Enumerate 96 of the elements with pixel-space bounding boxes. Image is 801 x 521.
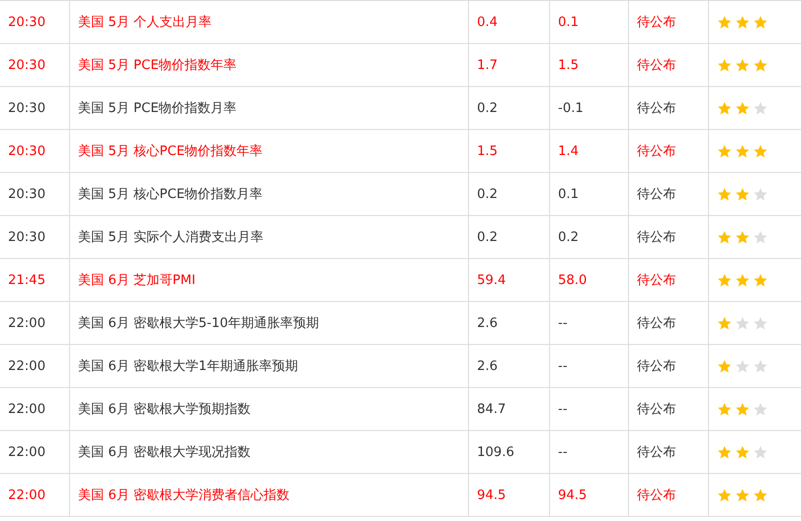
star-icon [735, 488, 750, 502]
actual-cell: 待公布 [629, 1, 709, 43]
star-icon [753, 58, 768, 72]
star-icon [735, 272, 750, 288]
previous-cell: 2.6 [469, 302, 550, 344]
star-icon [753, 144, 768, 158]
previous-cell: 1.5 [469, 130, 550, 172]
time-cell: 22:00 [0, 474, 70, 516]
event-cell: 美国 6月 密歇根大学现况指数 [70, 431, 469, 473]
previous-cell: 84.7 [469, 388, 550, 430]
star-icon [753, 358, 768, 374]
actual-cell: 待公布 [629, 474, 709, 516]
event-cell: 美国 5月 PCE物价指数年率 [70, 44, 469, 86]
star-icon [735, 358, 750, 374]
time-cell: 22:00 [0, 388, 70, 430]
forecast-cell: -- [550, 345, 629, 387]
event-cell: 美国 6月 密歇根大学5-10年期通胀率预期 [70, 302, 469, 344]
event-cell: 美国 6月 芝加哥PMI [70, 259, 469, 301]
actual-cell: 待公布 [629, 302, 709, 344]
star-icon [717, 186, 732, 202]
time-cell: 22:00 [0, 302, 70, 344]
star-icon [753, 100, 768, 116]
star-icon [735, 58, 750, 72]
star-icon [735, 316, 750, 330]
time-cell: 22:00 [0, 345, 70, 387]
previous-cell: 0.4 [469, 1, 550, 43]
star-icon [717, 488, 732, 502]
forecast-cell: 0.1 [550, 173, 629, 215]
previous-cell: 59.4 [469, 259, 550, 301]
time-cell: 21:45 [0, 259, 70, 301]
star-icon [717, 358, 732, 374]
star-icon [735, 230, 750, 244]
time-cell: 20:30 [0, 44, 70, 86]
time-cell: 22:00 [0, 431, 70, 473]
star-icon [717, 100, 732, 116]
actual-cell: 待公布 [629, 388, 709, 430]
previous-cell: 109.6 [469, 431, 550, 473]
star-icon [753, 272, 768, 288]
forecast-cell: -- [550, 431, 629, 473]
time-cell: 20:30 [0, 1, 70, 43]
event-cell: 美国 6月 密歇根大学1年期通胀率预期 [70, 345, 469, 387]
star-icon [735, 402, 750, 416]
star-icon [753, 186, 768, 202]
event-cell: 美国 6月 密歇根大学预期指数 [70, 388, 469, 430]
event-cell: 美国 5月 核心PCE物价指数月率 [70, 173, 469, 215]
previous-cell: 0.2 [469, 87, 550, 129]
time-cell: 20:30 [0, 173, 70, 215]
actual-cell: 待公布 [629, 216, 709, 258]
star-icon [735, 144, 750, 158]
star-icon [735, 100, 750, 116]
forecast-cell: -0.1 [550, 87, 629, 129]
star-icon [753, 402, 768, 416]
event-cell: 美国 5月 实际个人消费支出月率 [70, 216, 469, 258]
star-icon [717, 58, 732, 72]
star-icon [753, 488, 768, 502]
forecast-cell: 0.1 [550, 1, 629, 43]
actual-cell: 待公布 [629, 259, 709, 301]
star-icon [717, 14, 732, 30]
event-cell: 美国 5月 PCE物价指数月率 [70, 87, 469, 129]
time-cell: 20:30 [0, 87, 70, 129]
forecast-cell: -- [550, 302, 629, 344]
star-icon [717, 144, 732, 158]
star-icon [753, 14, 768, 30]
forecast-cell: 1.5 [550, 44, 629, 86]
star-icon [735, 14, 750, 30]
event-cell: 美国 5月 核心PCE物价指数年率 [70, 130, 469, 172]
star-icon [717, 402, 732, 416]
actual-cell: 待公布 [629, 87, 709, 129]
star-icon [717, 230, 732, 244]
forecast-cell: 0.2 [550, 216, 629, 258]
star-icon [753, 316, 768, 330]
forecast-cell: 1.4 [550, 130, 629, 172]
star-icon [735, 444, 750, 460]
actual-cell: 待公布 [629, 345, 709, 387]
previous-cell: 0.2 [469, 173, 550, 215]
actual-cell: 待公布 [629, 44, 709, 86]
actual-cell: 待公布 [629, 130, 709, 172]
event-cell: 美国 5月 个人支出月率 [70, 1, 469, 43]
actual-cell: 待公布 [629, 431, 709, 473]
forecast-cell: 58.0 [550, 259, 629, 301]
forecast-cell: -- [550, 388, 629, 430]
event-cell: 美国 6月 密歇根大学消费者信心指数 [70, 474, 469, 516]
star-icon [753, 230, 768, 244]
star-icon [735, 186, 750, 202]
previous-cell: 1.7 [469, 44, 550, 86]
actual-cell: 待公布 [629, 173, 709, 215]
star-icon [717, 316, 732, 330]
previous-cell: 0.2 [469, 216, 550, 258]
previous-cell: 2.6 [469, 345, 550, 387]
forecast-cell: 94.5 [550, 474, 629, 516]
time-cell: 20:30 [0, 216, 70, 258]
star-icon [717, 444, 732, 460]
star-icon [753, 444, 768, 460]
previous-cell: 94.5 [469, 474, 550, 516]
star-icon [717, 272, 732, 288]
time-cell: 20:30 [0, 130, 70, 172]
